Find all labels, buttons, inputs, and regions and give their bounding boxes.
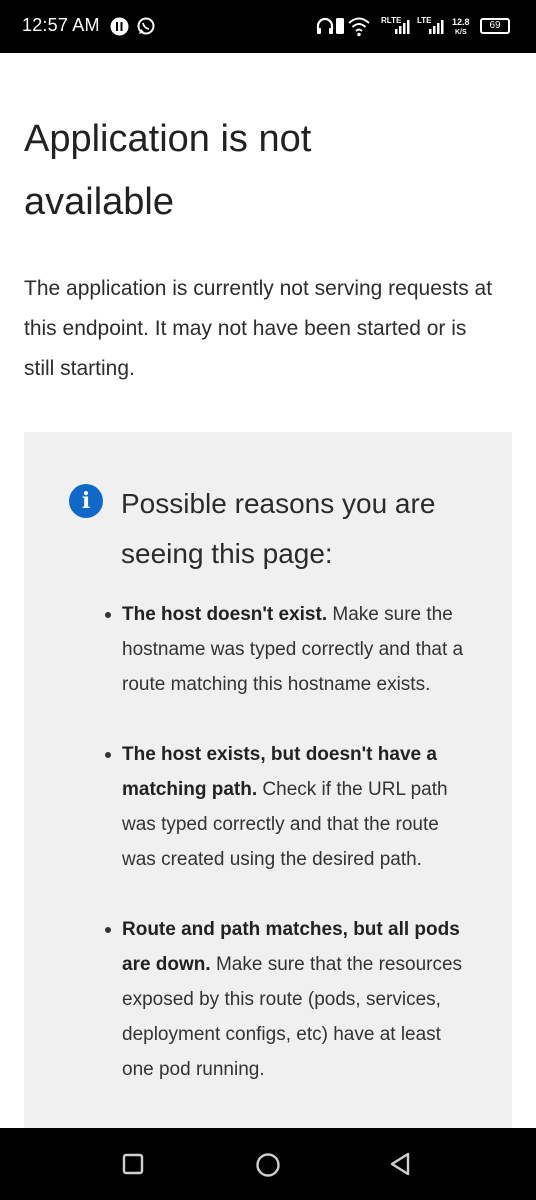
intro-text: The application is currently not serving… bbox=[24, 277, 493, 380]
list-item: Route and path matches, but all pods are… bbox=[105, 912, 467, 1087]
whatsapp-icon bbox=[137, 17, 155, 35]
reasons-list: The host doesn't exist. Make sure the ho… bbox=[105, 597, 467, 1122]
battery-icon: 69 bbox=[480, 18, 510, 34]
signal-icon-1 bbox=[395, 20, 410, 34]
status-time: 12:57 AM bbox=[22, 15, 100, 35]
page-content[interactable]: Application is not available The applica… bbox=[0, 53, 536, 1128]
status-bar: 12:57 AM RLTE LTE 12.8 K/S 69 bbox=[0, 0, 536, 53]
reasons-panel: i Possible reasons you are seeing this p… bbox=[24, 432, 512, 1128]
notification-app-icon bbox=[110, 17, 129, 36]
network-speed-value: 12.8 bbox=[452, 17, 470, 27]
info-icon: i bbox=[69, 484, 103, 518]
vibrate-icon bbox=[336, 18, 344, 34]
signal-icon-2 bbox=[429, 20, 444, 34]
navigation-bar bbox=[0, 1128, 536, 1200]
page-title: Application is not available bbox=[24, 118, 312, 223]
network-speed-unit: K/S bbox=[455, 29, 467, 36]
battery-level: 69 bbox=[489, 20, 501, 31]
circle-icon[interactable] bbox=[255, 1152, 281, 1178]
list-item: The host exists, but doesn't have a matc… bbox=[105, 737, 467, 877]
list-item: The host doesn't exist. Make sure the ho… bbox=[105, 597, 467, 702]
square-icon[interactable] bbox=[122, 1153, 144, 1175]
triangle-back-icon[interactable] bbox=[388, 1151, 412, 1177]
panel-title: Possible reasons you are seeing this pag… bbox=[121, 488, 436, 569]
headphones-icon bbox=[316, 17, 334, 34]
wifi-icon bbox=[348, 17, 370, 37]
reason-heading: The host doesn't exist. bbox=[122, 604, 328, 625]
